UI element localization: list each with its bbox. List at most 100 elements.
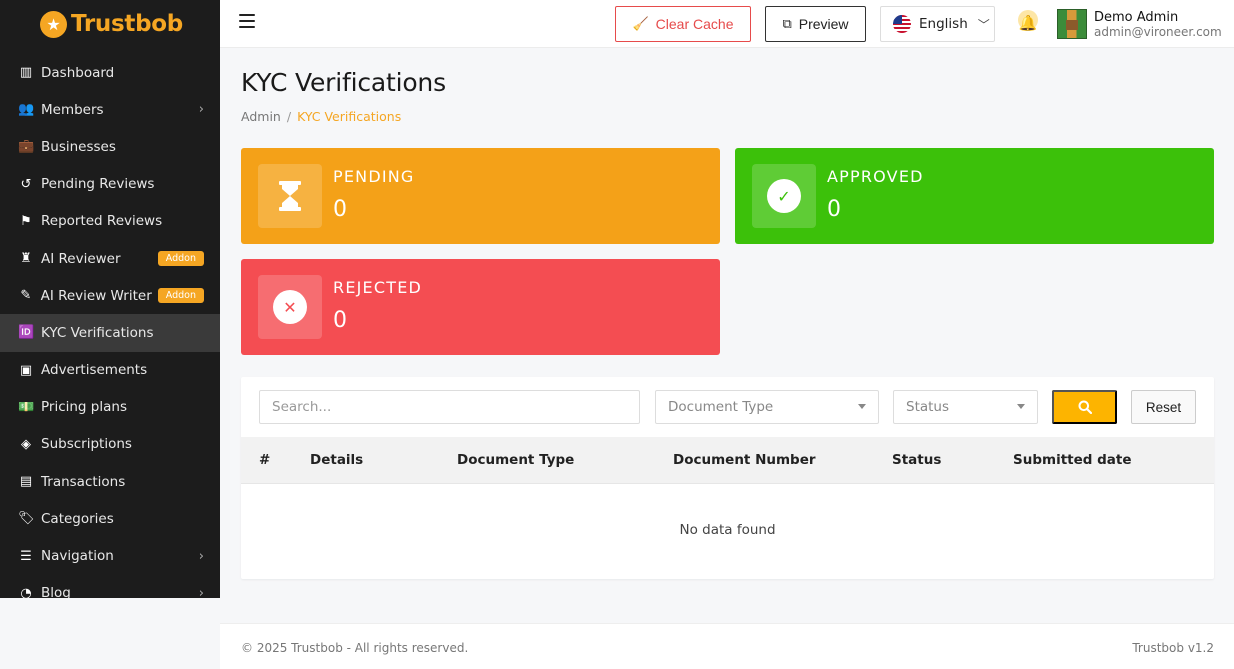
hourglass-icon [258,164,322,228]
footer-version: Trustbob v1.2 [1132,641,1214,655]
gem-icon: ◈ [21,436,31,452]
sidebar-item-label: KYC Verifications [41,324,154,341]
status-select[interactable]: Status [893,390,1038,424]
sidebar-item-label: Businesses [41,138,116,155]
sidebar-item-label: Advertisements [41,362,148,379]
breadcrumb-separator: / [286,109,292,124]
robot-icon: ♜ [20,251,32,267]
tags-icon: 🏷 [18,511,35,527]
rejected-label: REJECTED [333,278,423,297]
check-circle-icon: ✓ [767,179,801,213]
clear-cache-button[interactable]: 🧹 Clear Cache [615,6,751,42]
status-value: Status [906,399,950,415]
receipt-icon: ▤ [19,474,33,490]
sidebar-item-label: Pending Reviews [41,176,155,193]
user-name[interactable]: Demo Admin [1094,10,1178,25]
chevron-right-icon: › [198,548,204,564]
approved-stat-card: ✓ APPROVED 0 [735,148,1214,244]
sidebar-item-pending-reviews[interactable]: ↺ Pending Reviews [0,166,220,203]
sidebar-item-label: AI Reviewer [41,250,121,267]
sidebar-item-label: Transactions [41,473,126,490]
briefcase-icon: 💼 [18,139,35,155]
footer-copyright: © 2025 Trustbob - All rights reserved. [241,641,469,655]
sidebar-item-label: Reported Reviews [41,213,163,230]
empty-state-text: No data found [679,522,776,538]
column-header-details: Details [310,452,364,468]
column-header-document-number: Document Number [673,452,816,468]
preview-button[interactable]: ⧉ Preview [765,6,866,42]
approved-count: 0 [827,197,841,222]
caret-down-icon [1017,404,1025,409]
sidebar-item-label: Pricing plans [41,399,127,416]
rejected-stat-card: ✕ REJECTED 0 [241,259,720,355]
breadcrumb: Admin / KYC Verifications [241,109,401,124]
kyc-table-panel: Document Type Status Reset # Details Doc… [241,377,1214,579]
list-icon: ☰ [20,548,32,564]
reset-button[interactable]: Reset [1131,390,1196,424]
users-icon: 👥 [18,102,35,118]
flag-icon: ⚑ [20,213,32,229]
column-header-document-type: Document Type [457,452,575,468]
document-type-select[interactable]: Document Type [655,390,879,424]
chevron-down-icon: ﹀ [977,17,990,32]
user-email: admin@vironeer.com [1094,25,1222,39]
topbar: 🧹 Clear Cache ⧉ Preview English ﹀ 🔔 Demo… [220,0,1234,48]
search-input[interactable] [259,390,640,424]
sidebar-item-label: Navigation [41,548,114,565]
sidebar-item-navigation[interactable]: ☰ Navigation › [0,537,220,574]
notifications-bell-icon[interactable]: 🔔 [1016,10,1040,36]
sidebar-item-ai-review-writer[interactable]: ✎ AI Review Writer Addon [0,277,220,314]
sidebar-item-businesses[interactable]: 💼 Businesses [0,128,220,165]
external-link-icon: ⧉ [782,16,792,31]
page-title: KYC Verifications [241,68,446,97]
addon-badge: Addon [157,288,204,304]
table-header: # Details Document Type Document Number … [241,437,1214,484]
sidebar-item-members[interactable]: 👥 Members › [0,91,220,128]
sidebar-item-transactions[interactable]: ▤ Transactions [0,463,220,500]
rejected-count: 0 [333,308,347,333]
sidebar-item-label: Members [41,101,104,118]
preview-label: Preview [798,16,849,32]
sidebar-item-advertisements[interactable]: ▣ Advertisements [0,352,220,389]
sidebar-item-label: Categories [41,510,114,527]
caret-down-icon [858,404,866,409]
breadcrumb-current: KYC Verifications [297,109,402,124]
sidebar-item-categories[interactable]: 🏷 Categories [0,500,220,537]
sidebar-item-reported-reviews[interactable]: ⚑ Reported Reviews [0,203,220,240]
addon-badge: Addon [157,251,204,267]
sidebar-item-label: Subscriptions [41,436,132,453]
sidebar-item-kyc-verifications[interactable]: 🆔 KYC Verifications [0,314,220,352]
pending-count: 0 [333,197,347,222]
history-icon: ↺ [20,176,32,192]
sidebar-item-subscriptions[interactable]: ◈ Subscriptions [0,426,220,463]
sidebar-item-blog[interactable]: ◔ Blog › [0,575,220,598]
broom-icon: 🧹 [632,16,649,31]
sidebar-item-ai-reviewer[interactable]: ♜ AI Reviewer Addon [0,240,220,277]
sidebar-item-label: Blog [41,585,71,598]
search-button[interactable] [1052,390,1117,424]
x-circle-icon: ✕ [273,290,307,324]
footer: © 2025 Trustbob - All rights reserved. T… [220,623,1234,669]
hamburger-menu-icon[interactable] [239,14,255,28]
search-icon [1078,400,1092,414]
language-select[interactable]: English ﹀ [880,6,995,42]
language-label: English [919,16,968,32]
pending-stat-card: PENDING 0 [241,148,720,244]
rss-icon: ◔ [20,585,32,598]
sidebar-nav: ▥ Dashboard 👥 Members › 💼 Businesses ↺ Pending R… [0,54,220,598]
breadcrumb-root[interactable]: Admin [241,109,281,124]
id-card-icon: 🆔 [18,325,35,341]
column-header-status: Status [892,452,942,468]
sidebar-item-dashboard[interactable]: ▥ Dashboard [0,54,220,91]
brand-logo[interactable]: ★ Trustbob [0,0,220,48]
sidebar-item-label: AI Review Writer [40,287,152,304]
sidebar-item-pricing-plans[interactable]: 💵 Pricing plans [0,389,220,426]
avatar[interactable] [1057,9,1087,39]
sidebar: ★ Trustbob ▥ Dashboard 👥 Members › 💼 Businesse… [0,0,220,598]
column-header-submitted-date: Submitted date [1013,452,1132,468]
money-icon: 💵 [18,399,35,415]
pen-icon: ✎ [20,288,32,304]
pending-label: PENDING [333,167,415,186]
us-flag-icon [893,15,911,33]
approved-label: APPROVED [827,167,924,186]
